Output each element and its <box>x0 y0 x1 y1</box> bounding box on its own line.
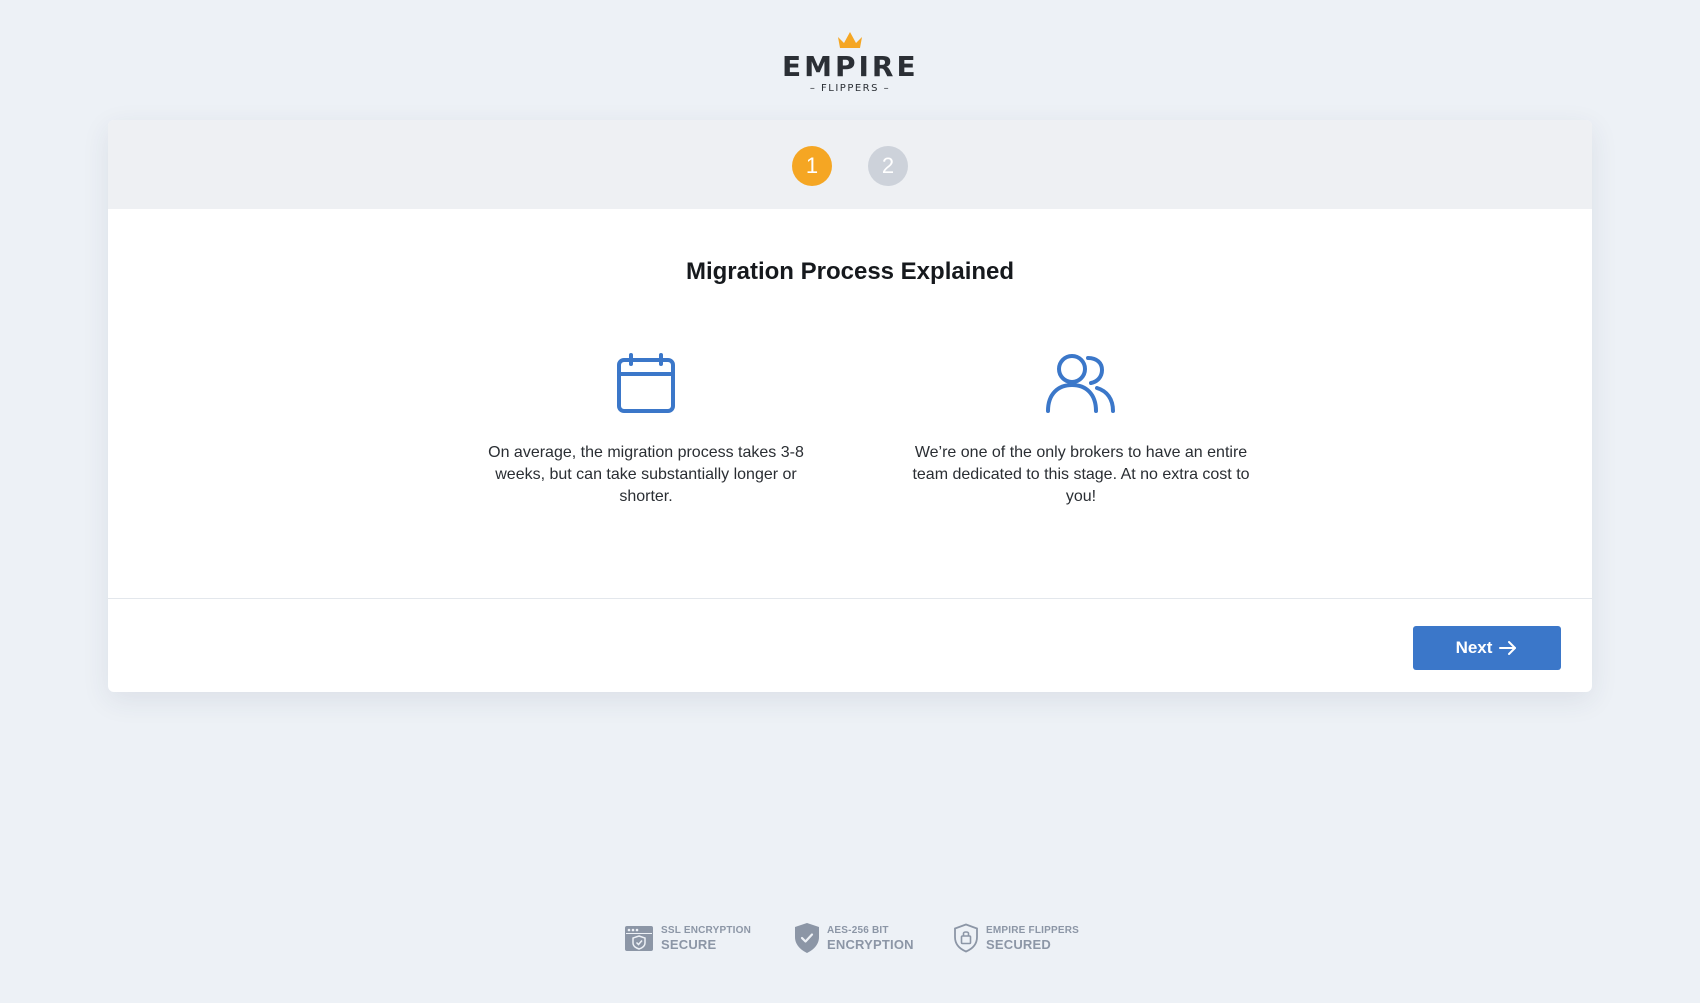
users-icon <box>1046 354 1115 413</box>
step-2: 2 <box>868 146 908 186</box>
crown-icon <box>838 32 862 48</box>
arrow-right-icon <box>1499 641 1517 655</box>
feature-team-text: We’re one of the only brokers to have an… <box>912 444 1250 505</box>
step-1: 1 <box>792 146 832 186</box>
badge-aes-top: AES-256 BIT <box>827 925 889 936</box>
security-badges: SSL ENCRYPTION SECURE AES-256 BIT ENCRYP… <box>0 920 1700 956</box>
shield-check-icon <box>795 923 819 953</box>
badge-aes-bottom: ENCRYPTION <box>827 937 914 952</box>
badge-empire-secured: EMPIRE FLIPPERS SECURED <box>953 920 1079 956</box>
page-title: Migration Process Explained <box>685 258 1015 285</box>
shield-lock-icon <box>954 923 978 953</box>
badge-empire-top: EMPIRE FLIPPERS <box>986 925 1080 936</box>
badge-empire-bottom: SECURED <box>986 937 1051 952</box>
migration-card: 1 2 Migration Process Explained On avera… <box>108 120 1592 692</box>
feature-duration: On average, the migration process takes … <box>481 352 811 508</box>
next-button[interactable]: Next <box>1413 626 1561 670</box>
logo-wordmark: EMPIRE <box>782 50 919 83</box>
badge-aes: AES-256 BIT ENCRYPTION <box>794 920 914 956</box>
logo-subtitle: – FLIPPERS – <box>809 83 891 94</box>
feature-team: We’re one of the only brokers to have an… <box>908 352 1254 508</box>
badge-ssl: SSL ENCRYPTION SECURE <box>624 920 751 956</box>
badge-ssl-top: SSL ENCRYPTION <box>661 925 752 936</box>
stepper: 1 2 <box>108 120 1592 209</box>
feature-duration-text: On average, the migration process takes … <box>488 444 804 505</box>
next-button-label: Next <box>1455 638 1493 657</box>
badge-ssl-bottom: SECURE <box>661 937 717 952</box>
calendar-icon <box>617 353 675 413</box>
empire-flippers-logo: EMPIRE – FLIPPERS – <box>782 28 918 96</box>
footer-divider <box>108 598 1592 599</box>
ssl-browser-icon <box>625 925 653 951</box>
